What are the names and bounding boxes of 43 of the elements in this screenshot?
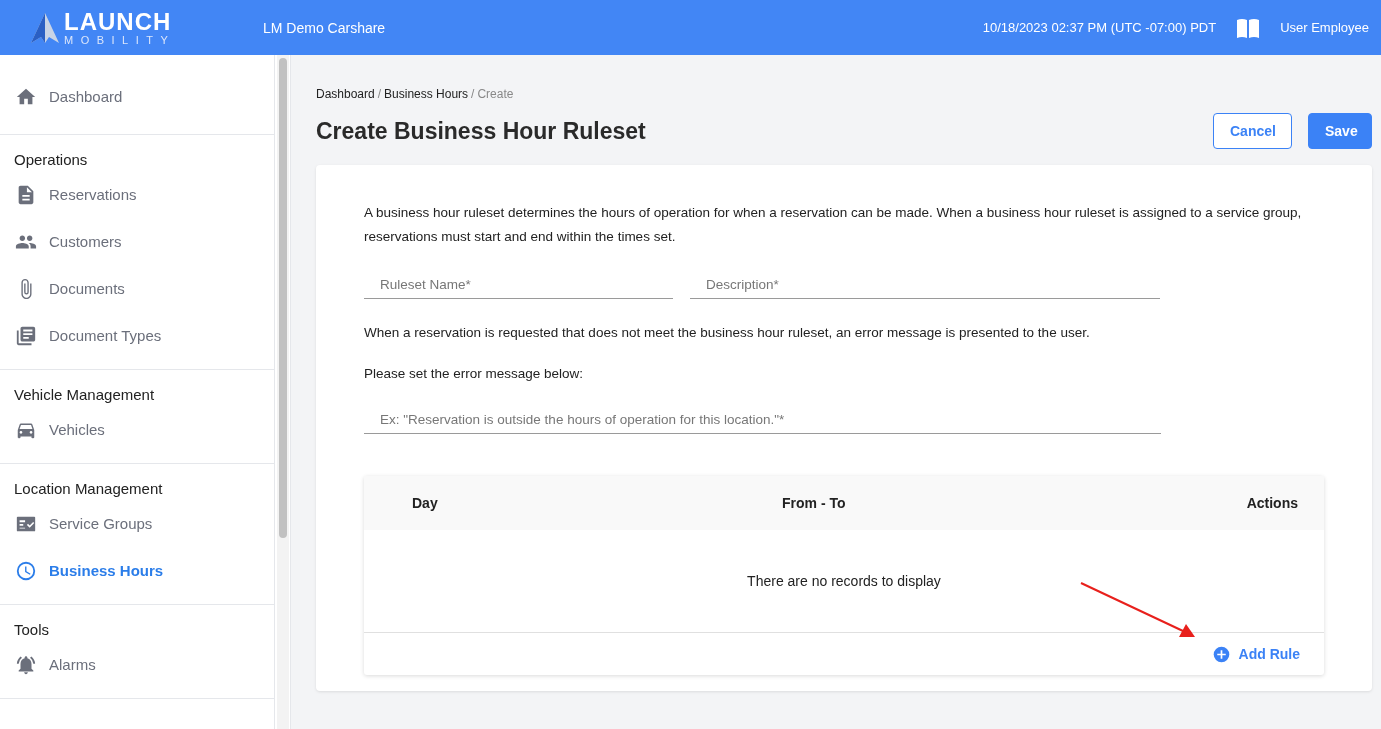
intro-text: A business hour ruleset determines the hours of operation for when a reservation can be made. When a business hour ruleset is assigned to a service group, reservations must start and end within the times set. <box>364 204 1303 246</box>
section-heading: Operations <box>13 150 89 170</box>
sidebar-item[interactable]: Service Groups <box>0 500 274 547</box>
date-time: 10/18/2023 02:37 PM (UTC -07:00) PDT <box>982 20 1217 35</box>
logo-icon <box>30 11 60 44</box>
input-field[interactable]: Ruleset Name* <box>364 271 673 299</box>
add-icon <box>1212 645 1230 663</box>
cancel-button[interactable]: Cancel <box>1213 113 1292 149</box>
save-button[interactable]: Save <box>1308 113 1372 149</box>
column-header: Actions <box>1246 495 1298 511</box>
breadcrumb-current: Create <box>477 87 514 101</box>
note-text: When a reservation is requested that does not meet the business hour ruleset, an error message is presented to the user. <box>364 324 1091 342</box>
breadcrumb-link[interactable]: Dashboard <box>316 87 375 101</box>
clock-icon <box>15 559 37 582</box>
breadcrumb-separator: / <box>377 87 382 101</box>
breadcrumb-link[interactable]: Business Hours <box>384 87 469 101</box>
scrollbar[interactable] <box>277 55 289 729</box>
sidebar-item[interactable]: Dashboard <box>0 73 274 120</box>
column-header: Day <box>412 495 439 511</box>
organization-name: LM Demo Carshare <box>263 19 386 36</box>
sidebar-item[interactable]: Document Types <box>0 312 274 359</box>
breadcrumb-separator: / <box>471 87 475 101</box>
sidebar-item[interactable]: Reservations <box>0 171 274 218</box>
sidebar-item[interactable]: Alarms <box>0 641 274 688</box>
user-menu[interactable]: User Employee <box>1280 20 1369 35</box>
section-heading: Vehicle Management <box>13 385 156 405</box>
add-rule-button[interactable]: Add Rule <box>1212 645 1300 663</box>
book-icon[interactable] <box>1236 16 1261 39</box>
bell-icon <box>15 653 37 676</box>
section-heading: Tools <box>13 620 51 640</box>
sidebar-item[interactable]: Vehicles <box>0 406 274 453</box>
section-heading: Location Management <box>13 479 164 499</box>
column-header: From - To <box>782 495 847 511</box>
stacked-pages-icon <box>15 324 37 347</box>
error-message-field[interactable]: Ex: "Reservation is outside the hours of operation for this location."* <box>364 406 1161 434</box>
sidebar-item[interactable]: Customers <box>0 218 274 265</box>
prompt-text: Please set the error message below: <box>364 365 585 383</box>
page-title: Create Business Hour Ruleset <box>316 117 647 145</box>
empty-message: There are no records to display <box>747 573 941 589</box>
input-field[interactable]: Description* <box>690 271 1160 299</box>
sidebar-item[interactable]: Documents <box>0 265 274 312</box>
sidebar-item[interactable]: Business Hours <box>0 547 274 594</box>
logo[interactable]: LAUNCH MOBILITY <box>30 9 230 46</box>
